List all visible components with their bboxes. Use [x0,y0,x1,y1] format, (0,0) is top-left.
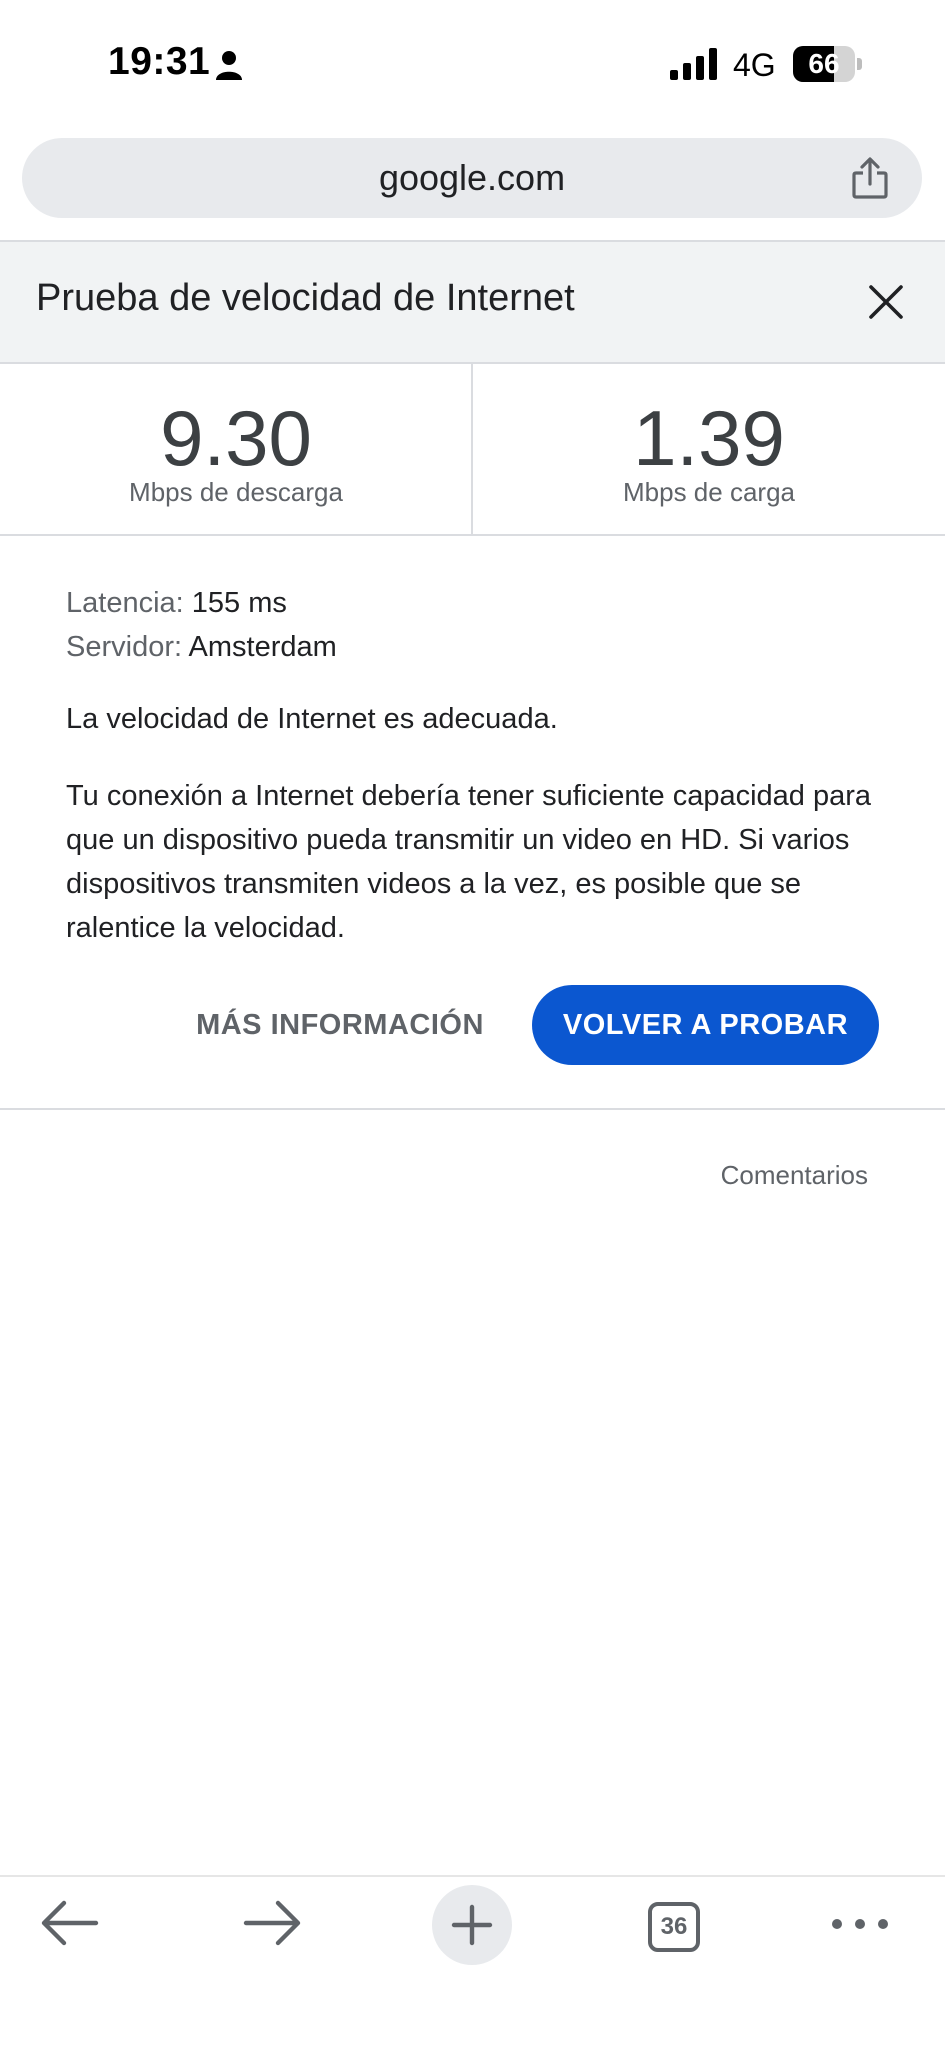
latency-row: Latencia: 155 ms [66,585,287,621]
person-icon [216,51,242,80]
divider [0,534,945,536]
bottom-toolbar: 36 [0,1875,945,2048]
latency-key: Latencia: [66,587,184,619]
new-tab-button[interactable] [432,1885,512,1965]
download-label: Mbps de descarga [129,477,343,507]
address-bar[interactable]: google.com [22,138,922,218]
server-key: Servidor: [66,631,183,663]
speed-verdict: La velocidad de Internet es adecuada. [66,703,558,735]
upload-value: 1.39 [633,394,785,482]
divider [0,1108,945,1110]
cellular-signal-icon [670,48,717,80]
server-value: Amsterdam [188,631,337,663]
back-arrow-icon[interactable] [30,1875,110,1975]
speed-test-title: Prueba de velocidad de Internet [36,277,575,319]
server-row: Servidor: Amsterdam [66,629,337,665]
speed-explanation: Tu conexión a Internet debería tener suf… [66,780,872,944]
latency-value: 155 ms [191,587,287,619]
status-bar: 19:31 4G 66 [0,0,945,130]
share-icon[interactable] [850,156,890,200]
retry-button[interactable]: VOLVER A PROBAR [532,985,879,1065]
tab-count: 36 [648,1902,700,1952]
plus-icon [451,1904,493,1946]
more-info-button[interactable]: MÁS INFORMACIÓN [180,985,500,1065]
upload-result: 1.39 Mbps de carga [473,364,945,534]
download-result: 9.30 Mbps de descarga [0,364,472,534]
speed-test-header: Prueba de velocidad de Internet [0,242,945,362]
address-url[interactable]: google.com [22,138,922,218]
battery-body: 66 [793,46,855,82]
close-icon[interactable] [860,276,912,328]
battery-level: 66 [808,48,840,79]
download-value: 9.30 [160,394,312,482]
network-type: 4G [733,47,776,83]
upload-label: Mbps de carga [623,477,795,507]
feedback-link[interactable]: Comentarios [600,1160,868,1191]
battery-icon: 66 [793,46,863,82]
battery-tip [857,58,862,70]
more-options-icon[interactable] [825,1875,895,1975]
status-time: 19:31 [108,40,211,83]
tab-switcher-button[interactable]: 36 [640,1875,710,1975]
forward-arrow-icon[interactable] [232,1875,312,1975]
